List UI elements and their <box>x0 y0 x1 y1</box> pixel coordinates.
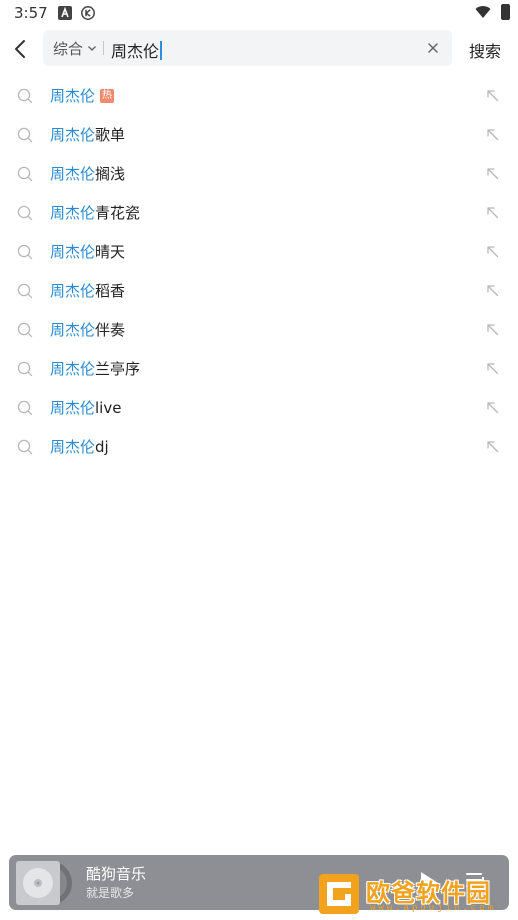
list-item[interactable]: 周杰伦 青花瓷 <box>0 193 518 232</box>
search-icon <box>17 166 33 182</box>
list-item[interactable]: 周杰伦 热 <box>0 76 518 115</box>
arrow-up-left-icon[interactable] <box>486 128 499 141</box>
back-button[interactable] <box>6 34 34 64</box>
search-icon <box>17 322 33 338</box>
suggestion-suffix: live <box>95 398 122 417</box>
suggestion-keyword: 周杰伦 <box>50 360 96 378</box>
player-title: 酷狗音乐 <box>86 865 147 883</box>
search-icon <box>17 283 33 299</box>
suggestion-text: 周杰伦 歌单 <box>50 124 125 145</box>
search-icon <box>17 244 33 260</box>
watermark: 欧爸软件园 www.apoujin.com <box>318 871 514 916</box>
suggestion-keyword: 周杰伦 <box>50 243 96 261</box>
list-item[interactable]: 周杰伦 伴奏 <box>0 310 518 349</box>
a-notification-icon <box>58 6 72 20</box>
list-item[interactable]: 周杰伦 dj <box>0 427 518 466</box>
list-item[interactable]: 周杰伦 歌单 <box>0 115 518 154</box>
arrow-up-left-icon[interactable] <box>486 206 499 219</box>
arrow-up-left-icon[interactable] <box>486 362 499 375</box>
arrow-up-left-icon[interactable] <box>486 167 499 180</box>
list-item[interactable]: 周杰伦 晴天 <box>0 232 518 271</box>
hot-badge: 热 <box>100 88 115 103</box>
suggestion-text: 周杰伦 live <box>50 397 121 418</box>
arrow-up-left-icon[interactable] <box>486 89 499 102</box>
watermark-url: www.apoujin.com <box>370 903 497 913</box>
arrow-up-left-icon[interactable] <box>486 245 499 258</box>
suggestion-text: 周杰伦 伴奏 <box>50 319 125 340</box>
suggestion-suffix: 兰亭序 <box>95 360 141 378</box>
search-input[interactable] <box>109 30 409 66</box>
search-icon <box>17 361 33 377</box>
chevron-left-icon <box>15 40 25 58</box>
battery-icon <box>501 4 510 20</box>
suggestion-text: 周杰伦 dj <box>50 436 109 457</box>
suggestion-suffix: 晴天 <box>95 243 126 261</box>
suggestion-suffix: 搁浅 <box>95 165 126 183</box>
suggestion-text: 周杰伦 兰亭序 <box>50 358 140 379</box>
scope-select[interactable]: 综合 <box>53 30 97 66</box>
list-item[interactable]: 周杰伦 稻香 <box>0 271 518 310</box>
suggestion-text: 周杰伦 热 <box>50 85 115 106</box>
suggestion-text: 周杰伦 搁浅 <box>50 163 125 184</box>
search-icon <box>17 88 33 104</box>
suggestion-text: 周杰伦 晴天 <box>50 241 125 262</box>
search-button[interactable]: 搜索 <box>469 38 501 62</box>
suggestion-text: 周杰伦 青花瓷 <box>50 202 140 223</box>
suggestion-keyword: 周杰伦 <box>50 321 96 339</box>
arrow-up-left-icon[interactable] <box>486 284 499 297</box>
status-bar: 3:57 <box>0 0 518 26</box>
k-notification-icon <box>81 6 95 20</box>
suggestion-keyword: 周杰伦 <box>50 165 96 183</box>
suggestion-suffix: dj <box>95 437 109 456</box>
list-item[interactable]: 周杰伦 兰亭序 <box>0 349 518 388</box>
list-item[interactable]: 周杰伦 live <box>0 388 518 427</box>
arrow-up-left-icon[interactable] <box>486 440 499 453</box>
suggestion-suffix: 歌单 <box>95 126 126 144</box>
watermark-logo <box>319 874 359 914</box>
search-icon <box>17 205 33 221</box>
suggestion-text: 周杰伦 稻香 <box>50 280 125 301</box>
album-art <box>16 861 72 905</box>
search-icon <box>17 439 33 455</box>
search-icon <box>17 400 33 416</box>
arrow-up-left-icon[interactable] <box>486 323 499 336</box>
arrow-up-left-icon[interactable] <box>486 401 499 414</box>
wifi-icon <box>475 6 491 19</box>
scope-label: 综合 <box>53 39 84 58</box>
search-box: 综合 周杰伦 <box>43 30 452 66</box>
suggestion-keyword: 周杰伦 <box>50 204 96 222</box>
search-header: 综合 周杰伦 搜索 <box>0 30 518 68</box>
suggestion-suffix: 伴奏 <box>95 321 126 339</box>
suggestion-keyword: 周杰伦 <box>50 87 96 105</box>
scope-divider <box>103 41 104 55</box>
suggestion-suffix: 稻香 <box>95 282 126 300</box>
suggestion-keyword: 周杰伦 <box>50 126 96 144</box>
suggestion-keyword: 周杰伦 <box>50 438 96 456</box>
clear-icon[interactable] <box>426 41 440 55</box>
suggestion-suffix: 青花瓷 <box>95 204 141 222</box>
chevron-down-icon <box>88 46 97 51</box>
suggestion-keyword: 周杰伦 <box>50 282 96 300</box>
suggestion-keyword: 周杰伦 <box>50 399 96 417</box>
list-item[interactable]: 周杰伦 搁浅 <box>0 154 518 193</box>
suggestion-list: 周杰伦 热 周杰伦 歌单 周杰伦 搁浅 周杰伦 青花瓷 周杰伦 晴天 周杰伦 稻… <box>0 76 518 466</box>
player-subtitle: 就是歌多 <box>86 886 135 900</box>
search-icon <box>17 127 33 143</box>
status-time: 3:57 <box>14 4 48 22</box>
